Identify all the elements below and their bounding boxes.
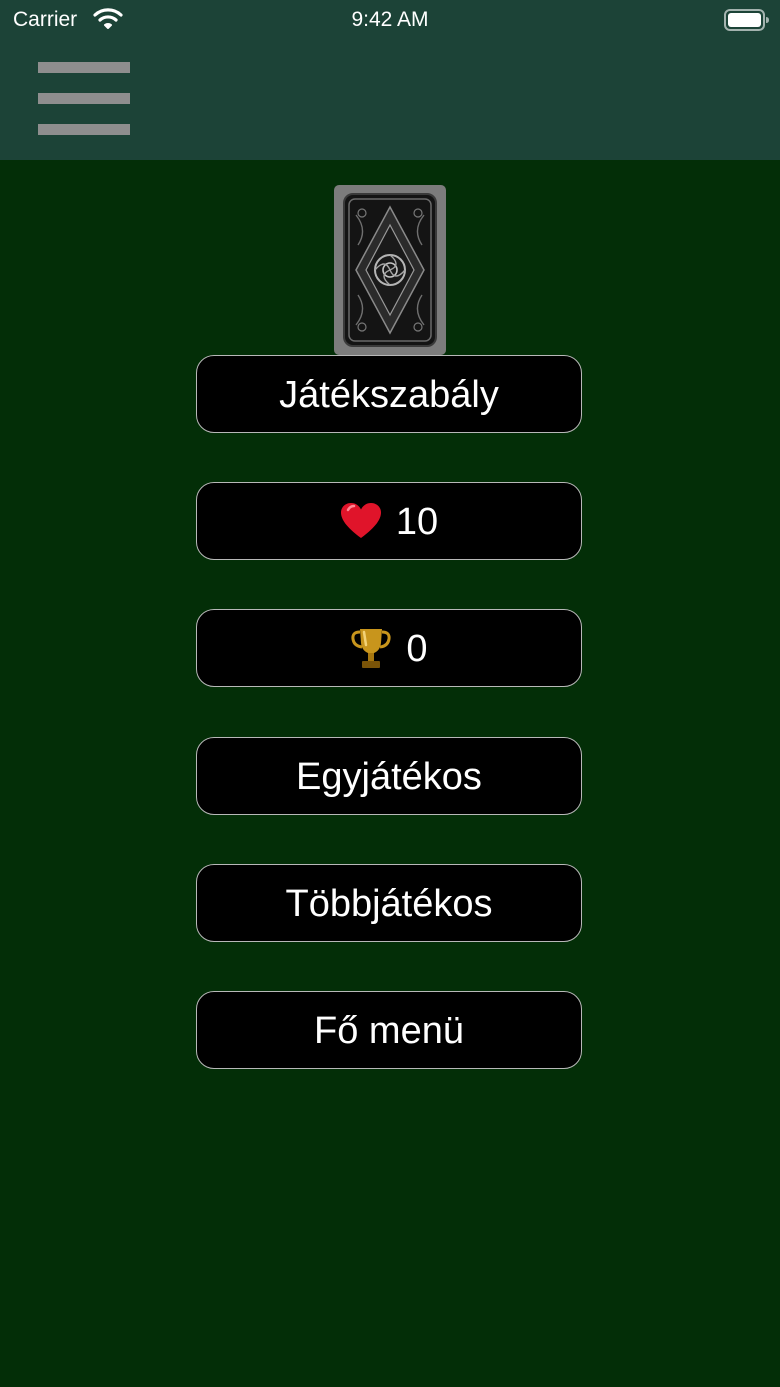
multiplayer-label: Többjátékos	[285, 883, 493, 925]
lives-button[interactable]: 10	[196, 482, 582, 560]
rules-button-label: Játékszabály	[279, 374, 499, 416]
main-menu-label: Fő menü	[314, 1010, 464, 1052]
multiplayer-button[interactable]: Többjátékos	[196, 864, 582, 942]
single-player-label: Egyjátékos	[296, 756, 482, 798]
main-menu-button[interactable]: Fő menü	[196, 991, 582, 1069]
lives-count: 10	[395, 501, 439, 543]
single-player-button[interactable]: Egyjátékos	[196, 737, 582, 815]
trophies-count: 0	[406, 628, 428, 670]
heart-icon	[340, 502, 381, 538]
rules-button[interactable]: Játékszabály	[196, 355, 582, 433]
status-time: 9:42 AM	[351, 8, 429, 31]
card-back-icon	[334, 185, 446, 355]
status-bar: Carrier 9:42 AM	[0, 0, 780, 40]
trophy-icon	[351, 628, 392, 668]
trophies-button[interactable]: 0	[196, 609, 582, 687]
top-bar: Carrier 9:42 AM	[0, 0, 780, 160]
battery-full-icon	[724, 9, 769, 31]
hamburger-menu-icon[interactable]	[38, 62, 130, 136]
